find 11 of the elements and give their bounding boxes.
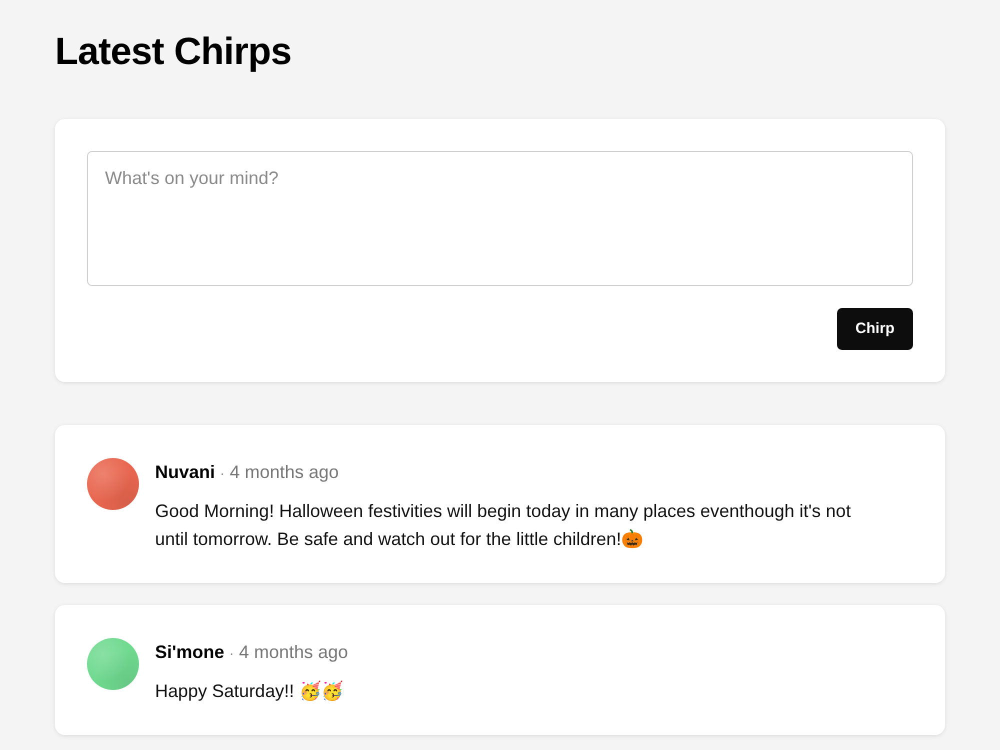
post-time: 4 months ago bbox=[230, 461, 339, 484]
separator-dot: · bbox=[229, 644, 234, 663]
separator-dot: · bbox=[220, 464, 225, 483]
author-name: Nuvani bbox=[155, 461, 216, 484]
post-time: 4 months ago bbox=[238, 641, 348, 664]
message-input[interactable]: What's on your mind? bbox=[87, 151, 913, 286]
chirp-text: Good Morning! Halloween festivities will begin today in many places eventhough it's not until tomorrow. Be safe and watch out for the little children!🎃 bbox=[155, 500, 852, 551]
chirp-button[interactable]: Chirp bbox=[837, 308, 913, 350]
page-title: Latest Chirps bbox=[55, 30, 292, 75]
chirp-text: Happy Saturday!! 🥳🥳 bbox=[155, 680, 344, 703]
author-name: Si'mone bbox=[155, 641, 224, 664]
